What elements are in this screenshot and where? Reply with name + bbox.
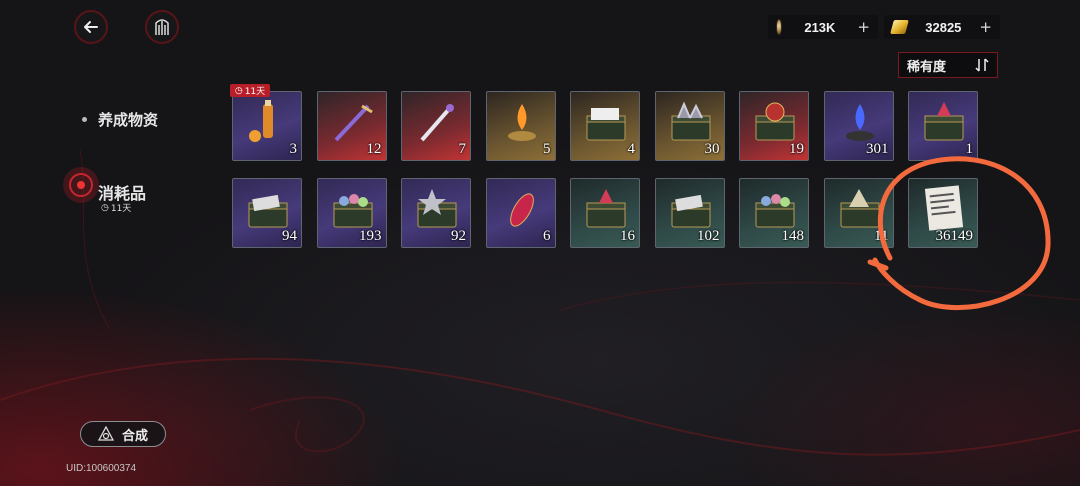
- red-crystal-chest-icon: [924, 102, 964, 141]
- inventory-slot[interactable]: 6: [485, 178, 556, 248]
- back-arrow-icon: [84, 21, 98, 33]
- user-id: UID:100600374: [66, 463, 137, 474]
- coin-currency: 213K +: [768, 15, 878, 39]
- inventory-slot[interactable]: 92: [401, 178, 471, 248]
- badge-chest-icon: [755, 102, 795, 141]
- sort-arrows-icon: [975, 58, 989, 72]
- clock-icon: ◷: [234, 85, 243, 96]
- item-count: 7: [458, 141, 467, 157]
- menu-button[interactable]: [145, 10, 179, 44]
- item-count: 19: [789, 141, 804, 157]
- add-gold-button[interactable]: +: [979, 18, 992, 36]
- inventory-slot[interactable]: 94: [232, 178, 302, 248]
- nav-bullet: [82, 117, 87, 122]
- inventory-slot[interactable]: 148: [739, 178, 809, 248]
- star-badge-chest-icon: [417, 189, 457, 228]
- item-count: 5: [543, 141, 551, 157]
- nav-consumables-timer: ◷ 11天: [101, 201, 132, 215]
- item-count: 193: [359, 228, 382, 244]
- orange-drink-icon: [249, 100, 273, 142]
- emblem-icon: [155, 19, 169, 35]
- item-count: 30: [704, 141, 720, 157]
- item-timer-badge: ◷ 11天: [230, 84, 270, 97]
- letter-chest-icon: [671, 194, 710, 228]
- document-chest-icon: [586, 108, 626, 141]
- inventory-slot[interactable]: 4: [570, 91, 640, 161]
- gold-currency: 32825 +: [884, 15, 1000, 39]
- gem-chest-icon: [755, 194, 795, 228]
- item-count: 12: [366, 141, 382, 157]
- sort-label: 稀有度: [907, 59, 947, 75]
- inventory-slot[interactable]: 5: [485, 91, 556, 161]
- red-crystal-chest-icon: [586, 189, 626, 228]
- item-count: 102: [697, 228, 720, 244]
- coin-icon: [776, 19, 783, 35]
- nav-consumables-timer-text: 11天: [110, 204, 132, 214]
- red-dagger-icon: [420, 104, 454, 142]
- item-count: 3: [289, 141, 298, 157]
- sort-rarity-button[interactable]: 稀有度: [898, 52, 998, 78]
- add-coin-button[interactable]: +: [857, 18, 870, 36]
- letter-chest-icon: [248, 194, 288, 228]
- synthesize-icon: [97, 426, 114, 441]
- synthesize-label: 合成: [121, 428, 148, 444]
- blue-flame-lamp-icon: [845, 104, 874, 141]
- inventory-slot[interactable]: 30: [654, 91, 725, 161]
- item-count: 94: [282, 228, 297, 244]
- synthesize-button[interactable]: 合成: [80, 421, 166, 447]
- gold-bar-icon: [890, 20, 910, 34]
- timer-badge-text: 11天: [244, 87, 266, 97]
- coin-amount: 213K: [804, 19, 836, 35]
- gem-chest-icon: [333, 194, 372, 228]
- annotation-circle: [867, 156, 1051, 310]
- red-amulet-icon: [509, 193, 534, 227]
- clock-icon: ◷: [101, 202, 109, 213]
- item-count: 16: [620, 228, 635, 244]
- item-count: 6: [543, 228, 551, 244]
- inventory-slot[interactable]: 7: [401, 91, 471, 161]
- back-button[interactable]: [74, 10, 108, 44]
- inventory-slot[interactable]: 19: [739, 91, 809, 161]
- nav-item-materials[interactable]: 养成物资: [98, 109, 158, 130]
- inventory-slot[interactable]: 12: [316, 91, 387, 161]
- item-count: 148: [781, 228, 805, 244]
- inventory-slot[interactable]: 3: [232, 91, 302, 161]
- item-count: 4: [627, 141, 636, 157]
- flame-lamp-icon: [507, 104, 536, 141]
- gold-amount: 32825: [925, 19, 962, 35]
- purple-sword-icon: [334, 104, 373, 142]
- inventory-slot[interactable]: 16: [570, 178, 640, 248]
- inventory-slot[interactable]: 102: [654, 178, 725, 248]
- inventory-slot[interactable]: 193: [316, 178, 387, 248]
- item-count: 92: [451, 228, 466, 244]
- crystal-chest-icon: [671, 101, 710, 141]
